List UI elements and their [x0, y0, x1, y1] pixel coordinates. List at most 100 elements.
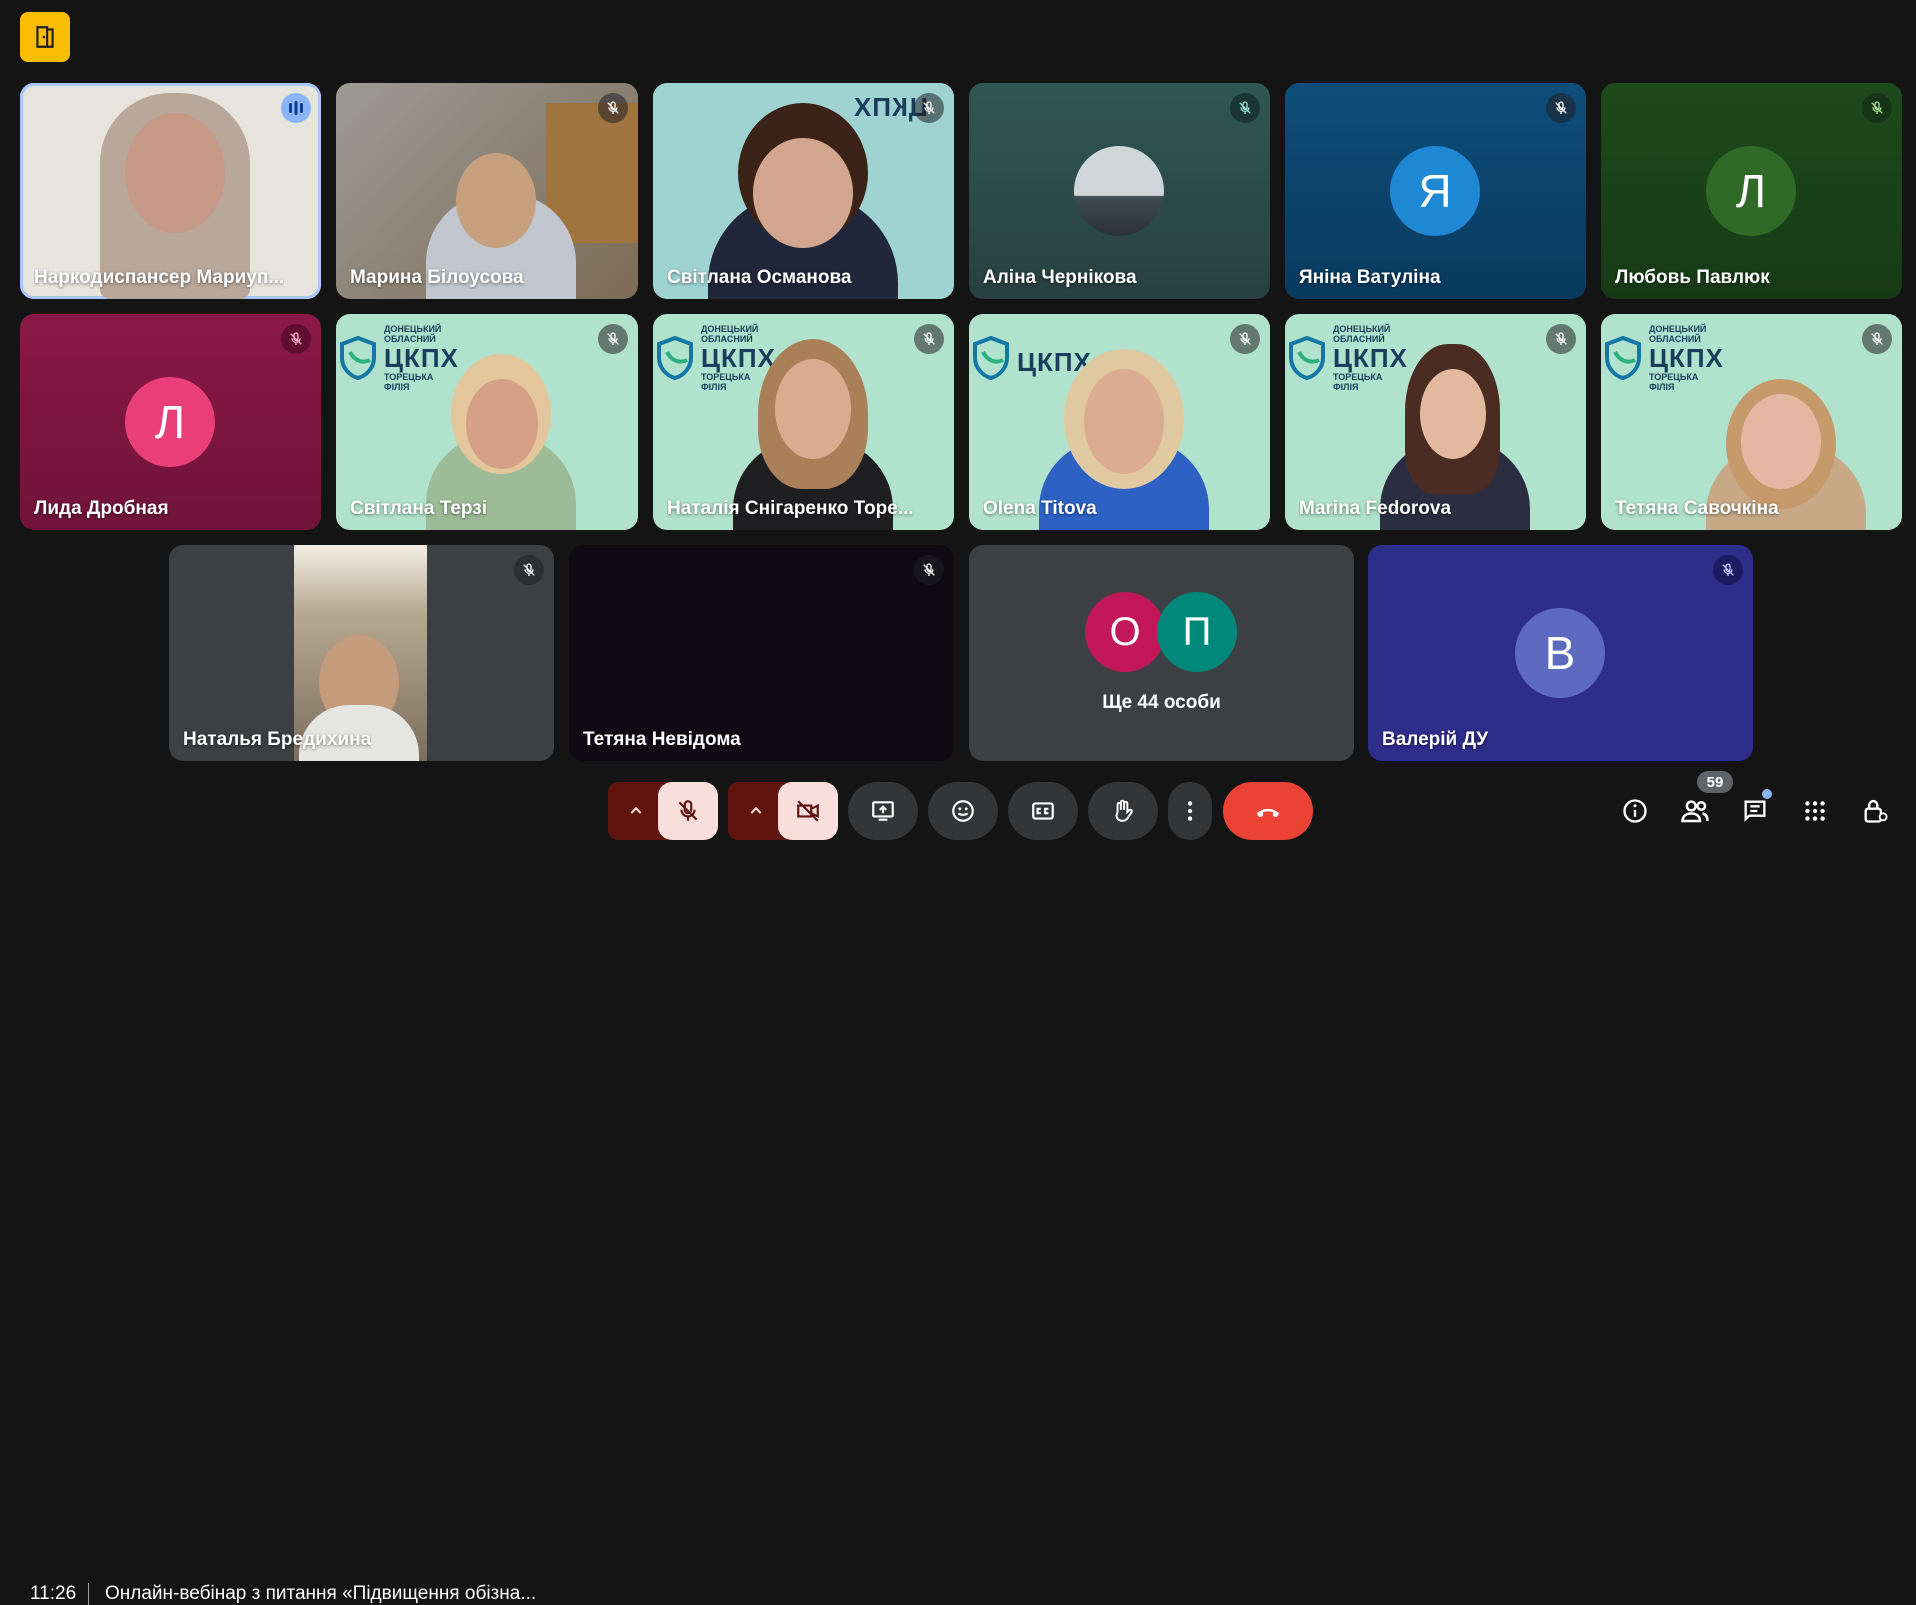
mic-off-indicator — [1546, 93, 1576, 123]
shield-logo-icon — [973, 336, 1009, 380]
shield-logo-icon — [340, 336, 376, 380]
participant-name: Наркодиспансер Мариуп... — [34, 267, 285, 288]
time-divider — [88, 1583, 89, 1605]
avatar-initial: Л — [1706, 146, 1796, 236]
mic-off-indicator — [598, 93, 628, 123]
participant-name: Тетяна Савочкіна — [1615, 498, 1779, 519]
apps-icon — [1805, 801, 1825, 821]
participant-photo — [775, 359, 851, 459]
avatar-photo — [1074, 146, 1164, 236]
more-vert-icon — [1187, 801, 1193, 821]
participant-tile[interactable]: ЦКПХ Olena Titova — [969, 314, 1270, 530]
participant-name: Яніна Ватуліна — [1299, 267, 1441, 288]
info-icon — [1623, 799, 1647, 823]
raise-hand-icon — [1115, 799, 1133, 822]
meeting-time: 11:26 — [30, 1583, 77, 1604]
participant-tile[interactable]: Л Лида Дробная — [20, 314, 321, 530]
brand-logo: ДОНЕЦЬКИЙ ОБЛАСНИЙ ЦКПХ ТОРЕЦЬКА ФІЛІЯ — [384, 324, 459, 392]
mic-off-icon — [1555, 101, 1567, 114]
mic-off-icon — [923, 101, 935, 114]
participant-tile[interactable]: В Валерій ДУ — [1368, 545, 1753, 761]
more-options-button[interactable] — [1168, 782, 1212, 840]
mic-off-icon — [523, 563, 535, 576]
door-badge[interactable] — [20, 12, 70, 62]
meeting-details-button[interactable] — [1618, 794, 1652, 828]
chat-icon — [1744, 800, 1766, 822]
participant-name: Світлана Терзі — [350, 498, 487, 519]
participant-tile[interactable]: Я Яніна Ватуліна — [1285, 83, 1586, 299]
present-button[interactable] — [848, 782, 918, 840]
people-count-badge: 59 — [1697, 771, 1733, 793]
chevron-up-icon — [630, 806, 642, 814]
mic-off-indicator — [1546, 324, 1576, 354]
participant-tile[interactable]: Аліна Чернікова — [969, 83, 1270, 299]
chat-button[interactable] — [1738, 794, 1772, 828]
raise-hand-button[interactable] — [1088, 782, 1158, 840]
mic-off-icon — [1871, 101, 1883, 114]
mic-off-indicator — [1862, 324, 1892, 354]
participant-photo — [1084, 369, 1164, 474]
participant-tile[interactable]: ЦКПХ Світлана Османова — [653, 83, 954, 299]
people-button[interactable] — [1678, 794, 1712, 828]
participant-name: Наталья Бредихина — [183, 729, 372, 750]
mic-off-icon — [607, 332, 619, 345]
mic-toggle-button[interactable] — [658, 782, 718, 840]
chevron-up-icon — [750, 806, 762, 814]
mic-off-icon — [678, 800, 698, 821]
participant-name: Аліна Чернікова — [983, 267, 1137, 288]
others-tile[interactable]: О П Ще 44 особи — [969, 545, 1354, 761]
participant-name: Марина Білоусова — [350, 267, 524, 288]
mic-off-indicator — [1230, 93, 1260, 123]
participant-name: Валерій ДУ — [1382, 729, 1489, 750]
camera-toggle-button[interactable] — [778, 782, 838, 840]
emoji-icon — [952, 800, 974, 822]
brand-logo: ДОНЕЦЬКИЙ ОБЛАСНИЙ ЦКПХ ТОРЕЦЬКА ФІЛІЯ — [1333, 324, 1408, 392]
avatar-initial: Я — [1390, 146, 1480, 236]
shield-logo-icon — [1605, 336, 1641, 380]
mic-off-icon — [923, 332, 935, 345]
mic-off-indicator — [598, 324, 628, 354]
participant-photo — [456, 153, 536, 248]
mic-off-indicator — [1713, 555, 1743, 585]
participant-tile[interactable]: Тетяна Невідома — [569, 545, 954, 761]
activities-button[interactable] — [1798, 794, 1832, 828]
mic-off-icon — [1555, 332, 1567, 345]
mic-off-icon — [1239, 101, 1251, 114]
meeting-title: Онлайн-вебінар з питання «Підвищення обі… — [105, 1583, 537, 1604]
participant-photo — [753, 138, 853, 248]
others-count-label: Ще 44 особи — [1102, 692, 1221, 713]
mic-off-icon — [290, 332, 302, 345]
mic-off-indicator — [1230, 324, 1260, 354]
avatar-initial: Л — [125, 377, 215, 467]
participant-name: Тетяна Невідома — [583, 729, 741, 750]
mic-off-indicator — [914, 555, 944, 585]
participant-tile[interactable]: ДОНЕЦЬКИЙ ОБЛАСНИЙ ЦКПХ ТОРЕЦЬКА ФІЛІЯ M… — [1285, 314, 1586, 530]
mic-off-icon — [1722, 563, 1734, 576]
participant-tile[interactable]: Наркодиспансер Мариуп... — [20, 83, 321, 299]
participant-tile[interactable]: ДОНЕЦЬКИЙ ОБЛАСНИЙ ЦКПХ ТОРЕЦЬКА ФІЛІЯ Н… — [653, 314, 954, 530]
participant-tile[interactable]: ДОНЕЦЬКИЙ ОБЛАСНИЙ ЦКПХ ТОРЕЦЬКА ФІЛІЯ Т… — [1601, 314, 1902, 530]
participant-photo — [125, 113, 225, 233]
chat-notification-dot — [1762, 789, 1772, 799]
avatar-initial: В — [1515, 608, 1605, 698]
host-controls-button[interactable] — [1858, 794, 1892, 828]
participant-name: Світлана Османова — [667, 267, 852, 288]
participant-tile[interactable]: ДОНЕЦЬКИЙ ОБЛАСНИЙ ЦКПХ ТОРЕЦЬКА ФІЛІЯ С… — [336, 314, 638, 530]
participant-tile[interactable]: Наталья Бредихина — [169, 545, 554, 761]
captions-button[interactable] — [1008, 782, 1078, 840]
end-call-button[interactable] — [1223, 782, 1313, 840]
mic-off-indicator — [514, 555, 544, 585]
participant-tile[interactable]: Л Любовь Павлюк — [1601, 83, 1902, 299]
shield-logo-icon — [657, 336, 693, 380]
reactions-button[interactable] — [928, 782, 998, 840]
speaking-indicator — [281, 93, 311, 123]
avatar-initial: П — [1157, 592, 1237, 672]
host-controls-icon — [1864, 799, 1888, 823]
participant-name: Любовь Павлюк — [1615, 267, 1770, 288]
end-call-icon — [1256, 808, 1280, 818]
participant-tile[interactable]: Марина Білоусова — [336, 83, 638, 299]
mic-off-icon — [1871, 332, 1883, 345]
people-icon — [1681, 800, 1709, 823]
avatar-initial: О — [1085, 592, 1165, 672]
audio-level-icon — [289, 101, 303, 115]
